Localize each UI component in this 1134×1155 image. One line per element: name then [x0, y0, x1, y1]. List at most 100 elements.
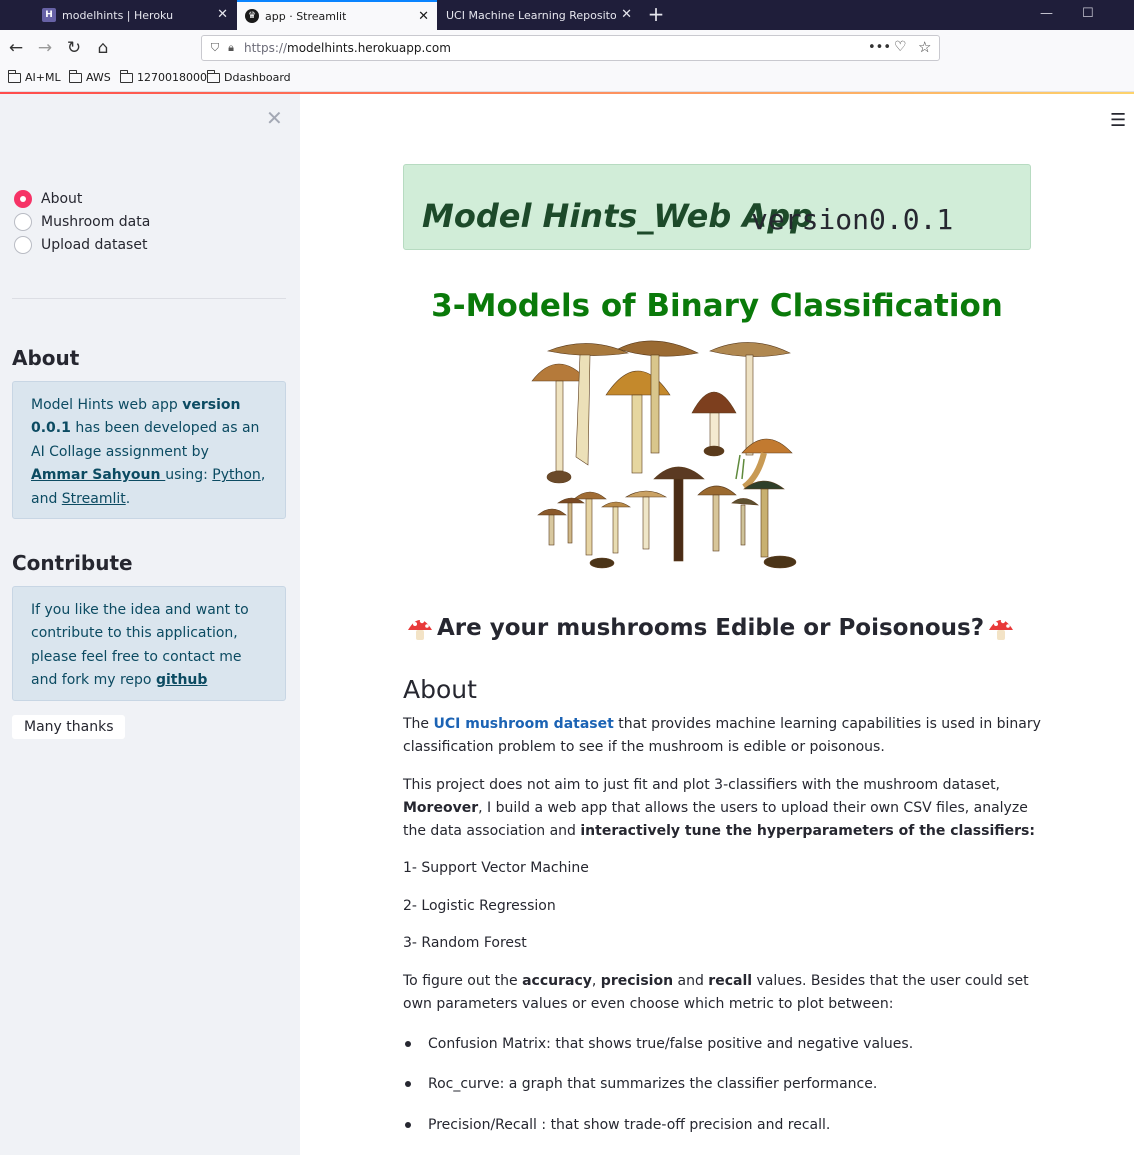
bookmarks-toolbar: AI+ML AWS 1270018000 Ddashboard [0, 66, 1134, 92]
model-item: 3- Random Forest [403, 935, 527, 951]
uci-dataset-link[interactable]: UCI mushroom dataset [434, 716, 614, 732]
tab-title: modelhints | Heroku [62, 8, 174, 22]
back-arrow-icon: ← [8, 38, 24, 58]
dataset-paragraph: The UCI mushroom dataset that provides m… [403, 713, 1043, 759]
about-info-box: Model Hints web app version 0.0.1 has be… [12, 381, 286, 519]
radio-selected-icon [14, 190, 32, 208]
radio-mushroom-data[interactable]: Mushroom data [14, 213, 150, 231]
list-item-text: Confusion Matrix: that shows true/false … [428, 1036, 914, 1052]
radio-unselected-icon [14, 213, 32, 231]
about-text: . [125, 490, 131, 507]
model-item: 1- Support Vector Machine [403, 860, 589, 876]
mushroom-emoji-icon [408, 618, 432, 640]
streamlit-link[interactable]: Streamlit [62, 491, 126, 507]
contribute-info-box: If you like the idea and want to contrib… [12, 586, 286, 701]
mushroom-emoji-icon [989, 618, 1014, 640]
bullet-icon [405, 1041, 411, 1047]
para-text: The [403, 716, 434, 732]
reload-icon: ↻ [66, 38, 82, 58]
folder-icon [206, 69, 220, 83]
bookmark-label: Ddashboard [224, 71, 291, 84]
question-heading: Are your mushrooms Edible or Poisonous? [403, 614, 1018, 642]
tab-streamlit[interactable]: ♛ app · Streamlit ✕ [237, 0, 437, 30]
radio-label: Mushroom data [41, 214, 151, 230]
folder-icon [68, 69, 82, 83]
para-text: To figure out the [403, 973, 523, 989]
close-tab-icon[interactable]: ✕ [621, 7, 632, 23]
bullet-icon [405, 1081, 411, 1087]
shield-icon[interactable]: ⛉ [208, 41, 222, 55]
home-icon: ⌂ [97, 38, 109, 58]
list-item: Roc_curve: a graph that summarizes the c… [405, 1076, 877, 1092]
pocket-icon[interactable]: ♡ [894, 39, 907, 55]
close-sidebar-icon[interactable]: ✕ [266, 106, 283, 130]
question-text: Are your mushrooms Edible or Poisonous? [437, 615, 985, 641]
model-item: 2- Logistic Regression [403, 898, 556, 914]
models-heading: 3-Models of Binary Classification [431, 288, 1003, 324]
bookmark-label: AI+ML [25, 71, 61, 84]
close-tab-icon[interactable]: ✕ [217, 7, 228, 23]
contribute-text: If you like the idea and want to contrib… [31, 602, 249, 689]
crown-icon: ♛ [245, 9, 259, 23]
radio-unselected-icon [14, 236, 32, 254]
radio-about[interactable]: About [14, 190, 82, 208]
para-text: , [591, 973, 601, 989]
sidebar-contribute-heading: Contribute [12, 551, 133, 575]
bookmark-ddashboard[interactable]: Ddashboard [206, 69, 291, 84]
para-text: This project does not aim to just fit an… [403, 777, 1001, 793]
tab-heroku[interactable]: H modelhints | Heroku ✕ [34, 0, 236, 30]
para-bold: recall [708, 973, 753, 989]
mushroom-illustration [531, 340, 797, 569]
lock-icon[interactable]: 🔒︎ [224, 41, 238, 55]
url-host: modelhints.herokuapp.com [287, 41, 451, 55]
main-about-heading: About [403, 675, 477, 704]
radio-upload-dataset[interactable]: Upload dataset [14, 236, 147, 254]
minimize-icon[interactable]: — [1040, 6, 1053, 21]
sidebar: ✕ About Mushroom data Upload dataset Abo… [0, 94, 300, 1155]
sidebar-about-heading: About [12, 346, 80, 370]
url-scheme: https:// [244, 41, 288, 55]
para-bold: accuracy [522, 973, 592, 989]
radio-label: Upload dataset [41, 237, 148, 253]
back-button[interactable]: ← [4, 36, 28, 60]
list-item-text: Precision/Recall : that show trade-off p… [428, 1117, 831, 1133]
sidebar-divider [12, 298, 286, 299]
tab-title: app · Streamlit [265, 9, 347, 23]
tab-uci[interactable]: UCI Machine Learning Repository: I ✕ [438, 0, 640, 30]
github-link[interactable]: github [156, 672, 207, 688]
list-item: Confusion Matrix: that shows true/false … [405, 1036, 913, 1052]
reload-button[interactable]: ↻ [62, 36, 86, 60]
tab-title: UCI Machine Learning Repository: I [446, 8, 616, 22]
maximize-icon[interactable]: ☐ [1082, 6, 1094, 21]
python-link[interactable]: Python [212, 467, 261, 483]
browser-tab-strip: H modelhints | Heroku ✕ ♛ app · Streamli… [0, 0, 1134, 30]
bookmark-label: AWS [86, 71, 111, 84]
forward-button[interactable]: → [33, 36, 57, 60]
para-bold: interactively tune the hyperparameters o… [580, 823, 1035, 839]
page-actions-icon[interactable]: ••• [868, 40, 891, 55]
bookmark-label: 1270018000 [137, 71, 207, 84]
close-tab-icon[interactable]: ✕ [418, 9, 429, 25]
heroku-icon: H [42, 8, 56, 22]
hamburger-menu-icon[interactable]: ☰ [1110, 110, 1126, 131]
para-bold: Moreover [403, 800, 479, 816]
title-banner: Model Hints_Web App version0.0.1 [403, 164, 1031, 250]
bookmark-ai-ml[interactable]: AI+ML [7, 69, 61, 84]
bookmark-aws[interactable]: AWS [68, 69, 111, 84]
home-button[interactable]: ⌂ [91, 36, 115, 60]
forward-arrow-icon: → [37, 38, 53, 58]
about-text: Model Hints web app [31, 397, 183, 413]
bookmark-1270018000[interactable]: 1270018000 [119, 69, 207, 84]
para-bold: precision [600, 973, 674, 989]
many-thanks-button[interactable]: Many thanks [12, 715, 126, 739]
folder-icon [119, 69, 133, 83]
bookmark-star-icon[interactable]: ☆ [918, 38, 931, 56]
author-link[interactable]: Ammar Sahyoun [31, 467, 165, 483]
bullet-icon [405, 1122, 411, 1128]
address-bar[interactable]: ⛉ 🔒︎ https://modelhints.herokuapp.com ••… [201, 35, 940, 61]
metrics-paragraph: To figure out the accuracy, precision an… [403, 970, 1043, 1016]
new-tab-button[interactable]: + [645, 4, 667, 26]
app-version: version0.0.1 [751, 203, 954, 236]
para-text: and [673, 973, 709, 989]
list-item: Precision/Recall : that show trade-off p… [405, 1117, 830, 1133]
